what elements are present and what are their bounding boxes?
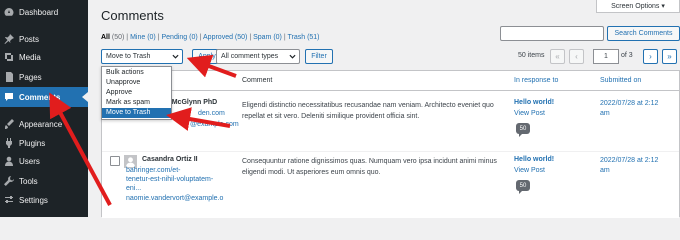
dashboard-icon (4, 7, 14, 17)
filter-all-count: (50) (111, 34, 125, 41)
prev-page-button[interactable]: ‹ (569, 49, 584, 64)
status-filter-links: All (50) | Mine (0) | Pending (0) | Appr… (101, 34, 320, 41)
bulk-option-approve[interactable]: Approve (102, 88, 171, 98)
table-header: Comment In response to Submitted on (102, 71, 679, 91)
comment-count-badge[interactable]: 50 (516, 123, 530, 137)
sidebar-item-label: Users (19, 156, 40, 166)
plugin-icon (4, 138, 14, 148)
date-line: am (600, 167, 610, 174)
sidebar-item-comments[interactable]: Comments (0, 87, 88, 107)
column-label: Submitted on (600, 77, 642, 84)
sidebar-item-label: Plugins (19, 138, 46, 148)
sidebar-item-label: Dashboard (19, 7, 59, 17)
comment-type-value: All comment types (221, 53, 279, 60)
sidebar-item-label: Media (19, 52, 41, 62)
filter-button[interactable]: Filter (305, 49, 333, 64)
admin-sidebar: Dashboard Posts Media Pages Comments App… (0, 0, 88, 217)
sidebar-item-plugins[interactable]: Plugins (0, 133, 88, 153)
users-icon (4, 156, 14, 166)
sidebar-item-posts[interactable]: Posts (0, 29, 88, 49)
sidebar-item-dashboard[interactable]: Dashboard (0, 2, 88, 22)
table-row: Casandra Ortiz II bahringer.com/et- tene… (102, 152, 679, 218)
settings-icon (4, 195, 14, 205)
sidebar-item-users[interactable]: Users (0, 151, 88, 171)
author-url-link[interactable]: den.com (198, 110, 225, 117)
column-label: In response to (514, 77, 559, 84)
filter-approved-link[interactable]: Approved (50) (203, 34, 247, 41)
brush-icon (4, 119, 14, 129)
page-title: Comments (101, 8, 164, 23)
response-post-link[interactable]: Hello world! (514, 156, 554, 163)
sidebar-item-tools[interactable]: Tools (0, 171, 88, 191)
bulk-option-bulk-actions[interactable]: Bulk actions (102, 68, 171, 78)
date-line: am (600, 110, 610, 117)
wrench-icon (4, 176, 14, 186)
comment-text: Consequuntur ratione dignissimos quas. N… (242, 158, 497, 176)
pages-icon (4, 72, 14, 82)
table-row: ae McGlynn PhD den.com @example.com Elig… (102, 91, 679, 152)
sidebar-item-label: Appearance (19, 119, 63, 129)
items-count: 50 items (518, 52, 545, 59)
user-avatar-icon (126, 157, 135, 167)
author-email-link[interactable]: @example.com (190, 121, 239, 128)
view-post-link[interactable]: View Post (514, 167, 545, 174)
pin-icon (4, 34, 14, 44)
submitted-date[interactable]: 2022/07/28 at 2:12 am (600, 156, 658, 176)
sidebar-item-appearance[interactable]: Appearance (0, 114, 88, 134)
comment-count-badge[interactable]: 50 (516, 180, 530, 194)
date-line: 2022/07/28 at 2:12 (600, 100, 659, 107)
sidebar-item-label: Posts (19, 34, 40, 44)
bulk-option-move-to-trash[interactable]: Move to Trash (102, 108, 171, 118)
sidebar-item-pages[interactable]: Pages (0, 67, 88, 87)
view-post-link[interactable]: View Post (514, 110, 545, 117)
sidebar-item-label: Comments (19, 92, 61, 102)
bulk-option-mark-spam[interactable]: Mark as spam (102, 98, 171, 108)
bulk-actions-select[interactable]: Move to Trash (101, 49, 183, 64)
screen-options-button[interactable]: Screen Options ▾ (596, 0, 680, 13)
filter-spam-link[interactable]: Spam (0) (253, 34, 282, 41)
comment-text: Eligendi distinctio necessitatibus recus… (242, 102, 494, 120)
author-email-link[interactable]: naomie.vandervort@example.o (126, 195, 223, 202)
author-url-link[interactable]: tenetur-est-nihil-voluptatem- (126, 176, 213, 183)
main-content: Screen Options ▾ Comments All (50) | Min… (88, 0, 680, 218)
sidebar-item-label: Pages (19, 72, 42, 82)
column-submitted-on[interactable]: Submitted on (600, 77, 641, 84)
search-comments-button[interactable]: Search Comments (607, 26, 680, 41)
response-post-link[interactable]: Hello world! (514, 99, 554, 106)
column-in-response-to[interactable]: In response to (514, 77, 558, 84)
current-page-input[interactable]: 1 (593, 49, 619, 64)
column-comment: Comment (242, 77, 273, 84)
sidebar-item-label: Settings (19, 195, 48, 205)
next-page-button[interactable]: › (643, 49, 658, 64)
bulk-actions-value: Move to Trash (106, 53, 151, 60)
filter-all-link[interactable]: All (101, 34, 110, 41)
sidebar-item-label: Tools (19, 176, 38, 186)
media-icon (4, 52, 14, 62)
author-name: Casandra Ortiz II (142, 156, 198, 163)
filter-trash-link[interactable]: Trash (51) (287, 34, 319, 41)
submitted-date[interactable]: 2022/07/28 at 2:12 am (600, 99, 658, 119)
comments-table: Comment In response to Submitted on ae M… (101, 70, 680, 218)
last-page-button[interactable]: » (662, 49, 677, 64)
author-url-link[interactable]: eni... (126, 185, 141, 192)
chevron-down-icon (172, 54, 179, 59)
comment-type-select[interactable]: All comment types (216, 49, 300, 64)
first-page-button[interactable]: « (550, 49, 565, 64)
filter-mine-link[interactable]: Mine (0) (130, 34, 156, 41)
sidebar-item-settings[interactable]: Settings (0, 190, 88, 210)
date-line: 2022/07/28 at 2:12 (600, 157, 659, 164)
filter-pending-link[interactable]: Pending (0) (161, 34, 197, 41)
total-pages: of 3 (621, 52, 633, 59)
search-input[interactable] (500, 26, 604, 41)
bulk-actions-dropdown: Bulk actions Unapprove Approve Mark as s… (101, 66, 172, 120)
comment-icon (4, 92, 14, 102)
author-url-link[interactable]: bahringer.com/et- (126, 167, 180, 174)
row-checkbox[interactable] (110, 156, 120, 166)
bulk-option-unapprove[interactable]: Unapprove (102, 78, 171, 88)
sidebar-item-media[interactable]: Media (0, 47, 88, 67)
chevron-down-icon (289, 54, 296, 59)
